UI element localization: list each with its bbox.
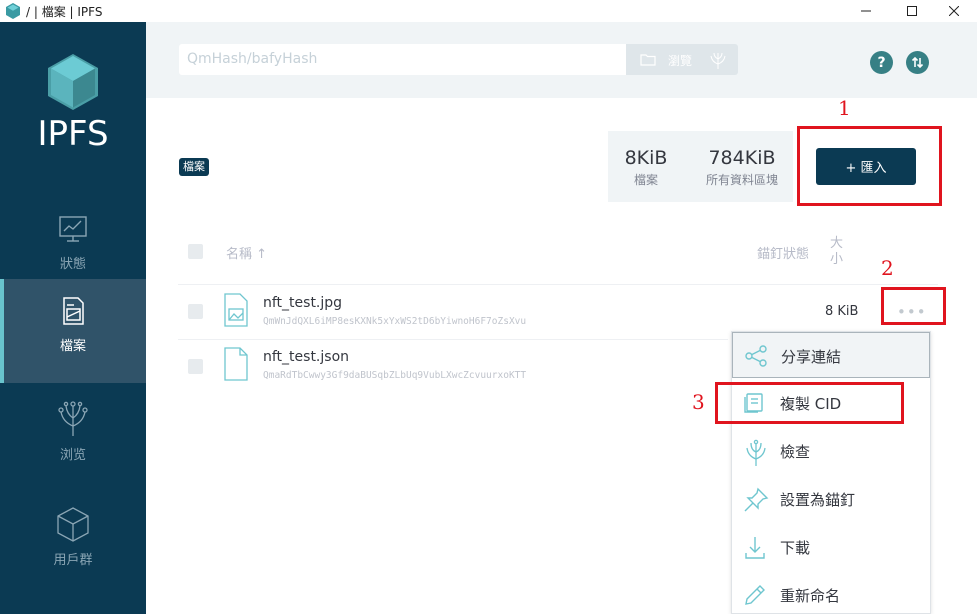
search-input[interactable]: QmHash/bafyHash [179,44,626,75]
menu-item-label: 分享連結 [781,348,842,366]
column-pin-header[interactable]: 錨釘狀態 [757,243,809,262]
sidebar: IPFS 狀態 檔案 浏览 用戶群 [0,22,146,614]
sync-arrows-icon[interactable] [906,51,929,74]
folder-icon [640,54,656,66]
close-button[interactable] [931,0,977,22]
nav-files-label: 檔案 [59,339,86,354]
pin-icon [744,487,769,512]
row-divider [178,284,938,285]
inspect-icon [746,439,766,466]
logo-text: IPFS [37,114,109,154]
image-file-icon [224,293,248,327]
annotation-number-2: 2 [881,256,894,280]
files-icon [63,297,84,325]
annotation-box-1 [797,126,942,206]
blocks-size-label: 所有資料區塊 [705,173,778,187]
peers-cube-icon [57,507,89,542]
annotation-box-3 [715,382,904,424]
row-checkbox[interactable] [188,359,203,374]
annotation-box-2 [881,287,946,325]
explore-tree-icon [58,401,88,436]
menu-item-pin[interactable]: 設置為錨釘 [732,476,930,522]
ipfs-logo: IPFS [33,52,113,154]
files-size-label: 檔案 [633,173,658,187]
menu-item-label: 檢查 [780,443,811,461]
column-size-header[interactable]: 大 小 [830,236,843,268]
annotation-number-1: 1 [838,96,851,120]
menu-item-label: 重新命名 [780,587,841,605]
row-divider [178,339,728,340]
file-size: 8 KiB [825,304,859,319]
file-name[interactable]: nft_test.jpg [263,295,342,311]
select-all-checkbox[interactable] [188,244,203,259]
nav-peers-label: 用戶群 [53,553,93,568]
explore-tree-small-icon [710,52,726,69]
blocks-size-value: 784KiB [708,147,776,169]
file-name[interactable]: nft_test.json [263,349,349,365]
share-icon [745,345,767,367]
ipfs-cube-icon [6,3,20,19]
menu-item-label: 下載 [780,539,811,557]
ipfs-logo-cube-icon [48,54,98,110]
browse-button[interactable]: 瀏覽 [626,44,738,75]
window-title: / | 檔案 | IPFS [26,5,103,19]
nav-status-label: 狀態 [59,257,86,272]
repo-stats: 8KiB 檔案 784KiB 所有資料區塊 [608,131,793,202]
close-icon [949,6,959,16]
nav-peers[interactable]: 用戶群 [0,489,146,593]
files-size-value: 8KiB [624,147,668,169]
breadcrumb-files[interactable]: 檔案 [179,158,209,176]
browse-label: 瀏覽 [668,54,693,68]
minimize-icon [861,10,871,12]
blocks-stat: 784KiB 所有資料區塊 [698,147,786,188]
menu-item-label: 設置為錨釘 [780,491,856,509]
maximize-button[interactable] [889,0,935,22]
top-header: QmHash/bafyHash 瀏覽 ? [146,22,977,98]
files-stat: 8KiB 檔案 [618,147,674,188]
nav-files[interactable]: 檔案 [0,279,146,383]
file-icon [224,347,248,381]
nav-explore-label: 浏览 [59,448,86,463]
help-icon[interactable]: ? [870,51,893,74]
maximize-icon [907,6,917,16]
status-chart-icon [59,216,87,242]
file-context-menu: 分享連結 複製 CID 檢查 設置為錨釘 下載 重新命名 [731,331,931,614]
file-cid: QmaRdTbCwwy3Gf9daBUSqbZLbUq9VubLXwcZcvuu… [263,370,527,381]
menu-item-rename[interactable]: 重新命名 [732,572,930,614]
menu-item-download[interactable]: 下載 [732,524,930,570]
nav-explore[interactable]: 浏览 [0,384,146,488]
menu-item-share-link[interactable]: 分享連結 [732,332,930,378]
title-bar: / | 檔案 | IPFS [0,0,977,22]
ipfs-desktop-window: / | 檔案 | IPFS IPFS 狀態 檔案 浏览 用戶群 QmHash/b… [0,0,977,614]
menu-item-inspect[interactable]: 檢查 [732,428,930,474]
minimize-button[interactable] [843,0,889,22]
download-icon [745,537,765,559]
annotation-number-3: 3 [692,390,705,414]
pencil-icon [745,585,765,605]
file-cid: QmWnJdQXL6iMP8esKXNk5xYxWS2tD6bYiwnoH6F7… [263,316,527,327]
search-placeholder: QmHash/bafyHash [187,51,318,67]
column-name-header[interactable]: 名稱 ↑ [226,243,267,262]
row-checkbox[interactable] [188,304,203,319]
